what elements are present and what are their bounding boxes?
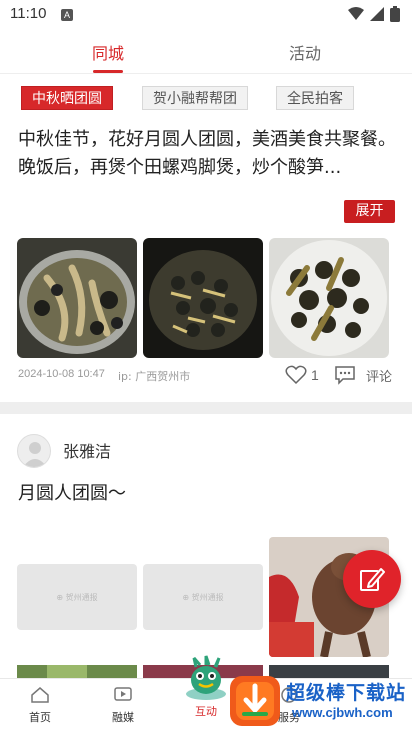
media-icon xyxy=(114,687,132,701)
nav-home[interactable]: 首页 xyxy=(10,687,70,725)
status-icons xyxy=(348,6,400,22)
download-logo-icon xyxy=(230,676,280,726)
nav-label: 融媒 xyxy=(112,711,134,724)
avatar[interactable] xyxy=(17,434,51,468)
download-site-watermark: 超级棒下载站 www.cjbwh.com xyxy=(228,672,412,732)
nav-label: 互动 xyxy=(195,705,217,718)
chip-help-group[interactable]: 贺小融帮帮团 xyxy=(142,86,248,110)
mascot-icon[interactable] xyxy=(180,650,232,702)
signal-icon xyxy=(370,7,384,21)
image-placeholder[interactable]: ⊕ 贺州通报 xyxy=(17,564,137,630)
post-text[interactable]: 中秋佳节，花好月圆人团圆，美酒美食共聚餐。晚饭后，再煲个田螺鸡脚煲，炒个酸笋..… xyxy=(18,126,398,182)
notification-a-icon: A xyxy=(61,9,73,21)
expand-button[interactable]: 展开 xyxy=(344,200,395,223)
next-post-photo[interactable] xyxy=(17,664,137,678)
active-tab-indicator xyxy=(93,70,123,73)
image-placeholder[interactable]: ⊕ 贺州通报 xyxy=(143,564,263,630)
nav-label: 首页 xyxy=(29,711,51,724)
wifi-icon xyxy=(348,7,364,20)
chip-mid-autumn[interactable]: 中秋晒团圆 xyxy=(21,86,113,110)
post-photo-3[interactable] xyxy=(269,238,389,358)
comment-label: 评论 xyxy=(366,369,393,385)
comment-icon xyxy=(335,366,355,385)
watermark-title: 超级棒下载站 xyxy=(286,682,407,704)
comment-button[interactable]: 评论 xyxy=(334,365,392,385)
placeholder-label: ⊕ 贺州通报 xyxy=(182,593,224,602)
status-time: 11:10 xyxy=(10,5,47,22)
nav-media[interactable]: 融媒 xyxy=(93,687,153,725)
post-location: ip: 广西贺州市 xyxy=(118,370,191,383)
compose-post-button[interactable] xyxy=(343,550,401,608)
chip-citizen-photo[interactable]: 全民拍客 xyxy=(276,86,354,110)
post-date: 2024-10-08 10:47 xyxy=(18,368,105,380)
author-name[interactable]: 张雅洁 xyxy=(63,438,111,462)
post-photo-2[interactable] xyxy=(143,238,263,358)
status-bar: 11:10 A xyxy=(0,0,412,30)
edit-icon xyxy=(360,568,385,591)
post-text[interactable]: 月圆人团圆～ xyxy=(18,479,126,505)
battery-icon xyxy=(390,6,400,22)
heart-icon xyxy=(285,365,307,385)
like-count: 1 xyxy=(311,367,319,383)
top-tabs: 同城 活动 xyxy=(0,30,412,74)
feed-divider xyxy=(0,402,412,414)
like-button[interactable]: 1 xyxy=(285,365,319,385)
topic-chips: 中秋晒团圆 贺小融帮帮团 全民拍客 xyxy=(0,86,412,112)
tab-activity[interactable]: 活动 xyxy=(289,40,321,64)
nav-interact[interactable]: 互动 xyxy=(176,701,236,719)
placeholder-label: ⊕ 贺州通报 xyxy=(56,593,98,602)
home-icon xyxy=(31,687,49,703)
tab-same-city[interactable]: 同城 xyxy=(92,40,124,64)
watermark-url: www.cjbwh.com xyxy=(292,705,393,720)
post-photo-1[interactable] xyxy=(17,238,137,358)
